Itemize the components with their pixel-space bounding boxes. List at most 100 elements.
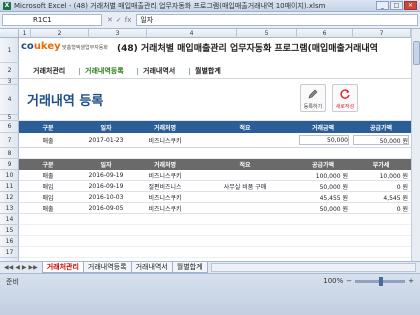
row-header-cell[interactable]: 4 (0, 85, 19, 115)
row-memo: 사무실 비품 구매 (223, 183, 267, 191)
last-sheet-icon[interactable]: ▶▶ (28, 264, 37, 271)
menu-customer-management[interactable]: 거래처관리 (33, 66, 65, 76)
header-supply: 공급가액 (311, 162, 335, 169)
tab-statement[interactable]: 거래내역서 (130, 262, 173, 273)
row-header-cell[interactable]: 11 (0, 181, 19, 192)
zoom-knob[interactable] (379, 276, 384, 286)
formula-input[interactable]: 일자 (136, 14, 418, 26)
tab-navigation: ◀◀ ◀ ▶ ▶▶ (0, 264, 42, 271)
menu-divider (79, 68, 80, 75)
row-type: 매출 (42, 205, 54, 213)
header-type: 구분 (42, 124, 54, 132)
first-sheet-icon[interactable]: ◀◀ (4, 264, 13, 271)
name-box[interactable]: R1C1 (2, 14, 102, 26)
table-row[interactable]: 매입 2016-10-03 비즈니스쿠키 45,455 원 4,545 원 (19, 192, 411, 203)
row-date: 2016-09-19 (88, 171, 124, 179)
tab-customer-management[interactable]: 거래처관리 (41, 262, 84, 273)
column-header-cell[interactable]: 5 (237, 29, 297, 38)
row-supply: 100,000 원 (315, 172, 348, 180)
empty-row[interactable] (19, 247, 411, 258)
header-supply: 공급가액 (369, 124, 393, 132)
horizontal-scrollbar[interactable] (210, 263, 416, 272)
row-date: 2016-10-03 (88, 193, 124, 201)
zoom-slider[interactable] (355, 276, 406, 286)
zoom-out-button[interactable]: − (346, 277, 352, 285)
table-row[interactable]: 매입 2016-09-19 절편비즈니스 사무실 비품 구매 50,000 원 … (19, 181, 411, 192)
formula-bar: R1C1 ✕ ✓ fx 일자 (0, 12, 420, 29)
maximize-button[interactable]: □ (390, 1, 403, 10)
row-header-cell[interactable]: 6 (0, 121, 19, 133)
row-header-cell[interactable]: 8 (0, 148, 19, 159)
spacer-row (19, 148, 411, 159)
column-header-cell[interactable]: 3 (89, 29, 147, 38)
excel-icon: X (3, 1, 11, 10)
table-row[interactable]: 매출 2016-09-05 비즈니스쿠키 50,000 원 0 원 (19, 203, 411, 214)
row-header-cell[interactable]: 1 (0, 38, 19, 63)
amount-input[interactable]: 50,000 (295, 133, 351, 147)
menu-transaction-entry[interactable]: 거래내역등록 (85, 66, 124, 76)
row-vat: 10,000 원 (379, 172, 408, 180)
prev-sheet-icon[interactable]: ◀ (15, 264, 20, 271)
coukey-logo: coukey (21, 41, 61, 52)
vertical-scrollbar[interactable] (411, 29, 420, 261)
memo-input[interactable] (195, 133, 295, 147)
column-header-cell[interactable]: 1 (19, 29, 31, 38)
header-date: 일자 (100, 124, 112, 132)
row-header-cell[interactable]: 16 (0, 236, 19, 247)
row-header-cell[interactable]: 15 (0, 225, 19, 236)
date-input[interactable]: 2017-01-23 (77, 133, 135, 147)
row-header-cell[interactable]: 7 (0, 133, 19, 148)
enter-icon[interactable]: ✓ (116, 16, 122, 24)
client-input[interactable]: 비즈니스쿠키 (135, 133, 195, 147)
row-header: 1 2 3 4 5 6 7 8 9 10 11 12 13 14 15 16 1… (0, 38, 19, 261)
tab-monthly-total[interactable]: 월별합계 (171, 262, 208, 273)
menu-divider (189, 68, 190, 75)
header-date: 일자 (100, 162, 112, 169)
column-header-cell[interactable]: 6 (297, 29, 353, 38)
row-client: 비즈니스쿠키 (148, 194, 182, 202)
zoom-level[interactable]: 100% (323, 277, 343, 285)
empty-row[interactable] (19, 214, 411, 225)
close-button[interactable]: ✕ (404, 1, 417, 10)
insert-function-button[interactable]: fx (125, 16, 132, 24)
header-vat: 부가세 (372, 162, 390, 169)
scroll-thumb[interactable] (413, 41, 420, 65)
cancel-icon[interactable]: ✕ (107, 16, 113, 24)
worksheet[interactable]: coukey 맞춤형엑셀업무자동화 (48) 거래처별 매입매출관리 업무자동화… (19, 38, 411, 261)
column-header-cell[interactable]: 7 (353, 29, 411, 38)
row-header-cell[interactable]: 14 (0, 214, 19, 225)
list-table-header: 구분 일자 거래처명 적요 공급가액 부가세 (19, 159, 411, 170)
row-supply: 50,000 원 (319, 205, 348, 213)
row-vat: 0 원 (396, 205, 408, 213)
menu-statement[interactable]: 거래내역서 (143, 66, 175, 76)
column-header-cell[interactable]: 4 (147, 29, 237, 38)
entry-input-row: 매출 2017-01-23 비즈니스쿠키 50,000 50,000 원 (19, 133, 411, 148)
row-client: 절편비즈니스 (148, 183, 182, 191)
column-header-cell[interactable]: 2 (31, 29, 89, 38)
logo-tagline: 맞춤형엑셀업무자동화 (62, 45, 109, 51)
zoom-in-button[interactable]: + (408, 277, 414, 285)
type-input[interactable]: 매출 (19, 133, 77, 147)
empty-row[interactable] (19, 225, 411, 236)
minimize-button[interactable]: _ (376, 1, 389, 10)
column-header: 1 2 3 4 5 6 7 (0, 29, 420, 38)
new-entry-button[interactable]: 새로작성 (332, 84, 358, 112)
row-vat: 0 원 (396, 183, 408, 191)
register-button[interactable]: 등록하기 (300, 84, 326, 112)
row-type: 매출 (42, 172, 54, 180)
select-all-corner[interactable] (0, 29, 19, 38)
row-header-cell[interactable]: 10 (0, 170, 19, 181)
next-sheet-icon[interactable]: ▶ (22, 264, 27, 271)
row-type: 매입 (42, 183, 54, 191)
menu-monthly-total[interactable]: 월별합계 (195, 66, 221, 76)
row-header-cell[interactable]: 9 (0, 159, 19, 170)
table-row[interactable]: 매출 2016-09-19 비즈니스쿠키 100,000 원 10,000 원 (19, 170, 411, 181)
row-header-cell[interactable]: 12 (0, 192, 19, 203)
row-header-cell[interactable]: 17 (0, 247, 19, 258)
row-supply: 50,000 원 (319, 183, 348, 191)
empty-row[interactable] (19, 236, 411, 247)
tab-transaction-entry[interactable]: 거래내역등록 (82, 262, 132, 273)
row-header-cell[interactable]: 13 (0, 203, 19, 214)
header-client: 거래처명 (153, 162, 177, 169)
row-header-cell[interactable]: 2 (0, 63, 19, 79)
